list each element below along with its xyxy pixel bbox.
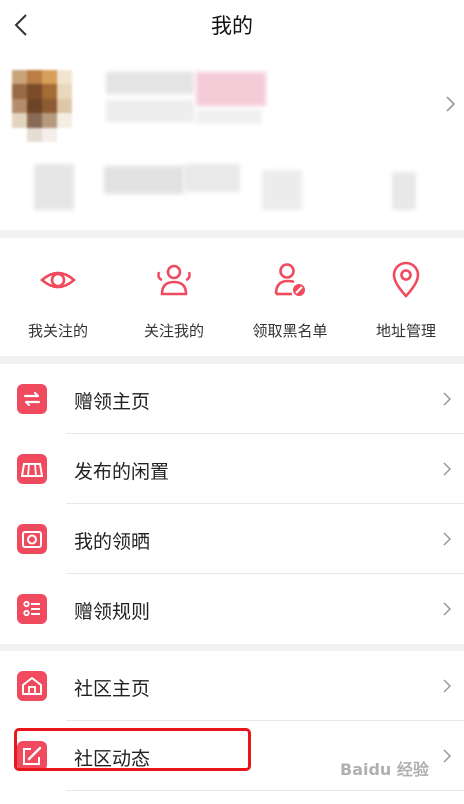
- menu-item-community-home[interactable]: 社区主页: [0, 651, 464, 721]
- menu-item-label: 发布的闲置: [74, 461, 170, 483]
- quick-action-label: 地址管理: [375, 322, 436, 340]
- quick-action-blacklist[interactable]: 领取黑名单: [232, 260, 348, 341]
- menu-group-gift: 赠领主页 发布的闲置 我的领晒 赠领规则: [0, 364, 464, 644]
- page-title: 我的: [211, 14, 253, 38]
- divider: [66, 790, 464, 791]
- quick-action-label: 我关注的: [27, 322, 88, 340]
- chevron-right-icon: [443, 532, 452, 546]
- chevron-right-icon: [443, 749, 452, 763]
- chevron-right-icon: [443, 679, 452, 693]
- quick-action-address[interactable]: 地址管理: [348, 260, 464, 341]
- menu-item-label: 赠领主页: [74, 391, 151, 413]
- top-bar: 我的: [0, 0, 464, 52]
- menu-item-gift-rules[interactable]: 赠领规则: [0, 574, 464, 644]
- menu-item-my-showcase[interactable]: 我的领晒: [0, 504, 464, 574]
- eye-icon: [40, 271, 76, 289]
- quick-actions: 我关注的 关注我的 领取黑名单 地址管理: [0, 238, 464, 356]
- menu-item-label: 赠领规则: [74, 601, 151, 623]
- quick-action-followers[interactable]: 关注我的: [116, 260, 232, 341]
- location-pin-icon: [392, 261, 420, 298]
- highlight-annotation: [14, 728, 251, 771]
- quick-action-label: 关注我的: [143, 322, 204, 340]
- menu-item-published-idle[interactable]: 发布的闲置: [0, 434, 464, 504]
- chevron-right-icon: [443, 602, 452, 616]
- watermark: Baidu 经验: [340, 760, 429, 779]
- profile-card[interactable]: [0, 52, 464, 230]
- chevron-right-icon: [443, 462, 452, 476]
- quick-action-following[interactable]: 我关注的: [0, 260, 116, 341]
- followers-icon: [157, 264, 191, 296]
- avatar[interactable]: [12, 70, 72, 142]
- quick-action-label: 领取黑名单: [252, 322, 328, 340]
- menu-item-label: 我的领晒: [74, 531, 151, 553]
- menu-item-gift-home[interactable]: 赠领主页: [0, 364, 464, 434]
- rules-list-icon: [17, 594, 47, 624]
- exchange-icon: [17, 384, 47, 414]
- camera-icon: [17, 524, 47, 554]
- menu-item-label: 社区主页: [74, 678, 151, 700]
- chevron-right-icon: [446, 96, 456, 112]
- home-icon: [17, 671, 47, 701]
- stall-icon: [17, 454, 47, 484]
- user-block-icon: [274, 263, 305, 296]
- chevron-right-icon: [443, 392, 452, 406]
